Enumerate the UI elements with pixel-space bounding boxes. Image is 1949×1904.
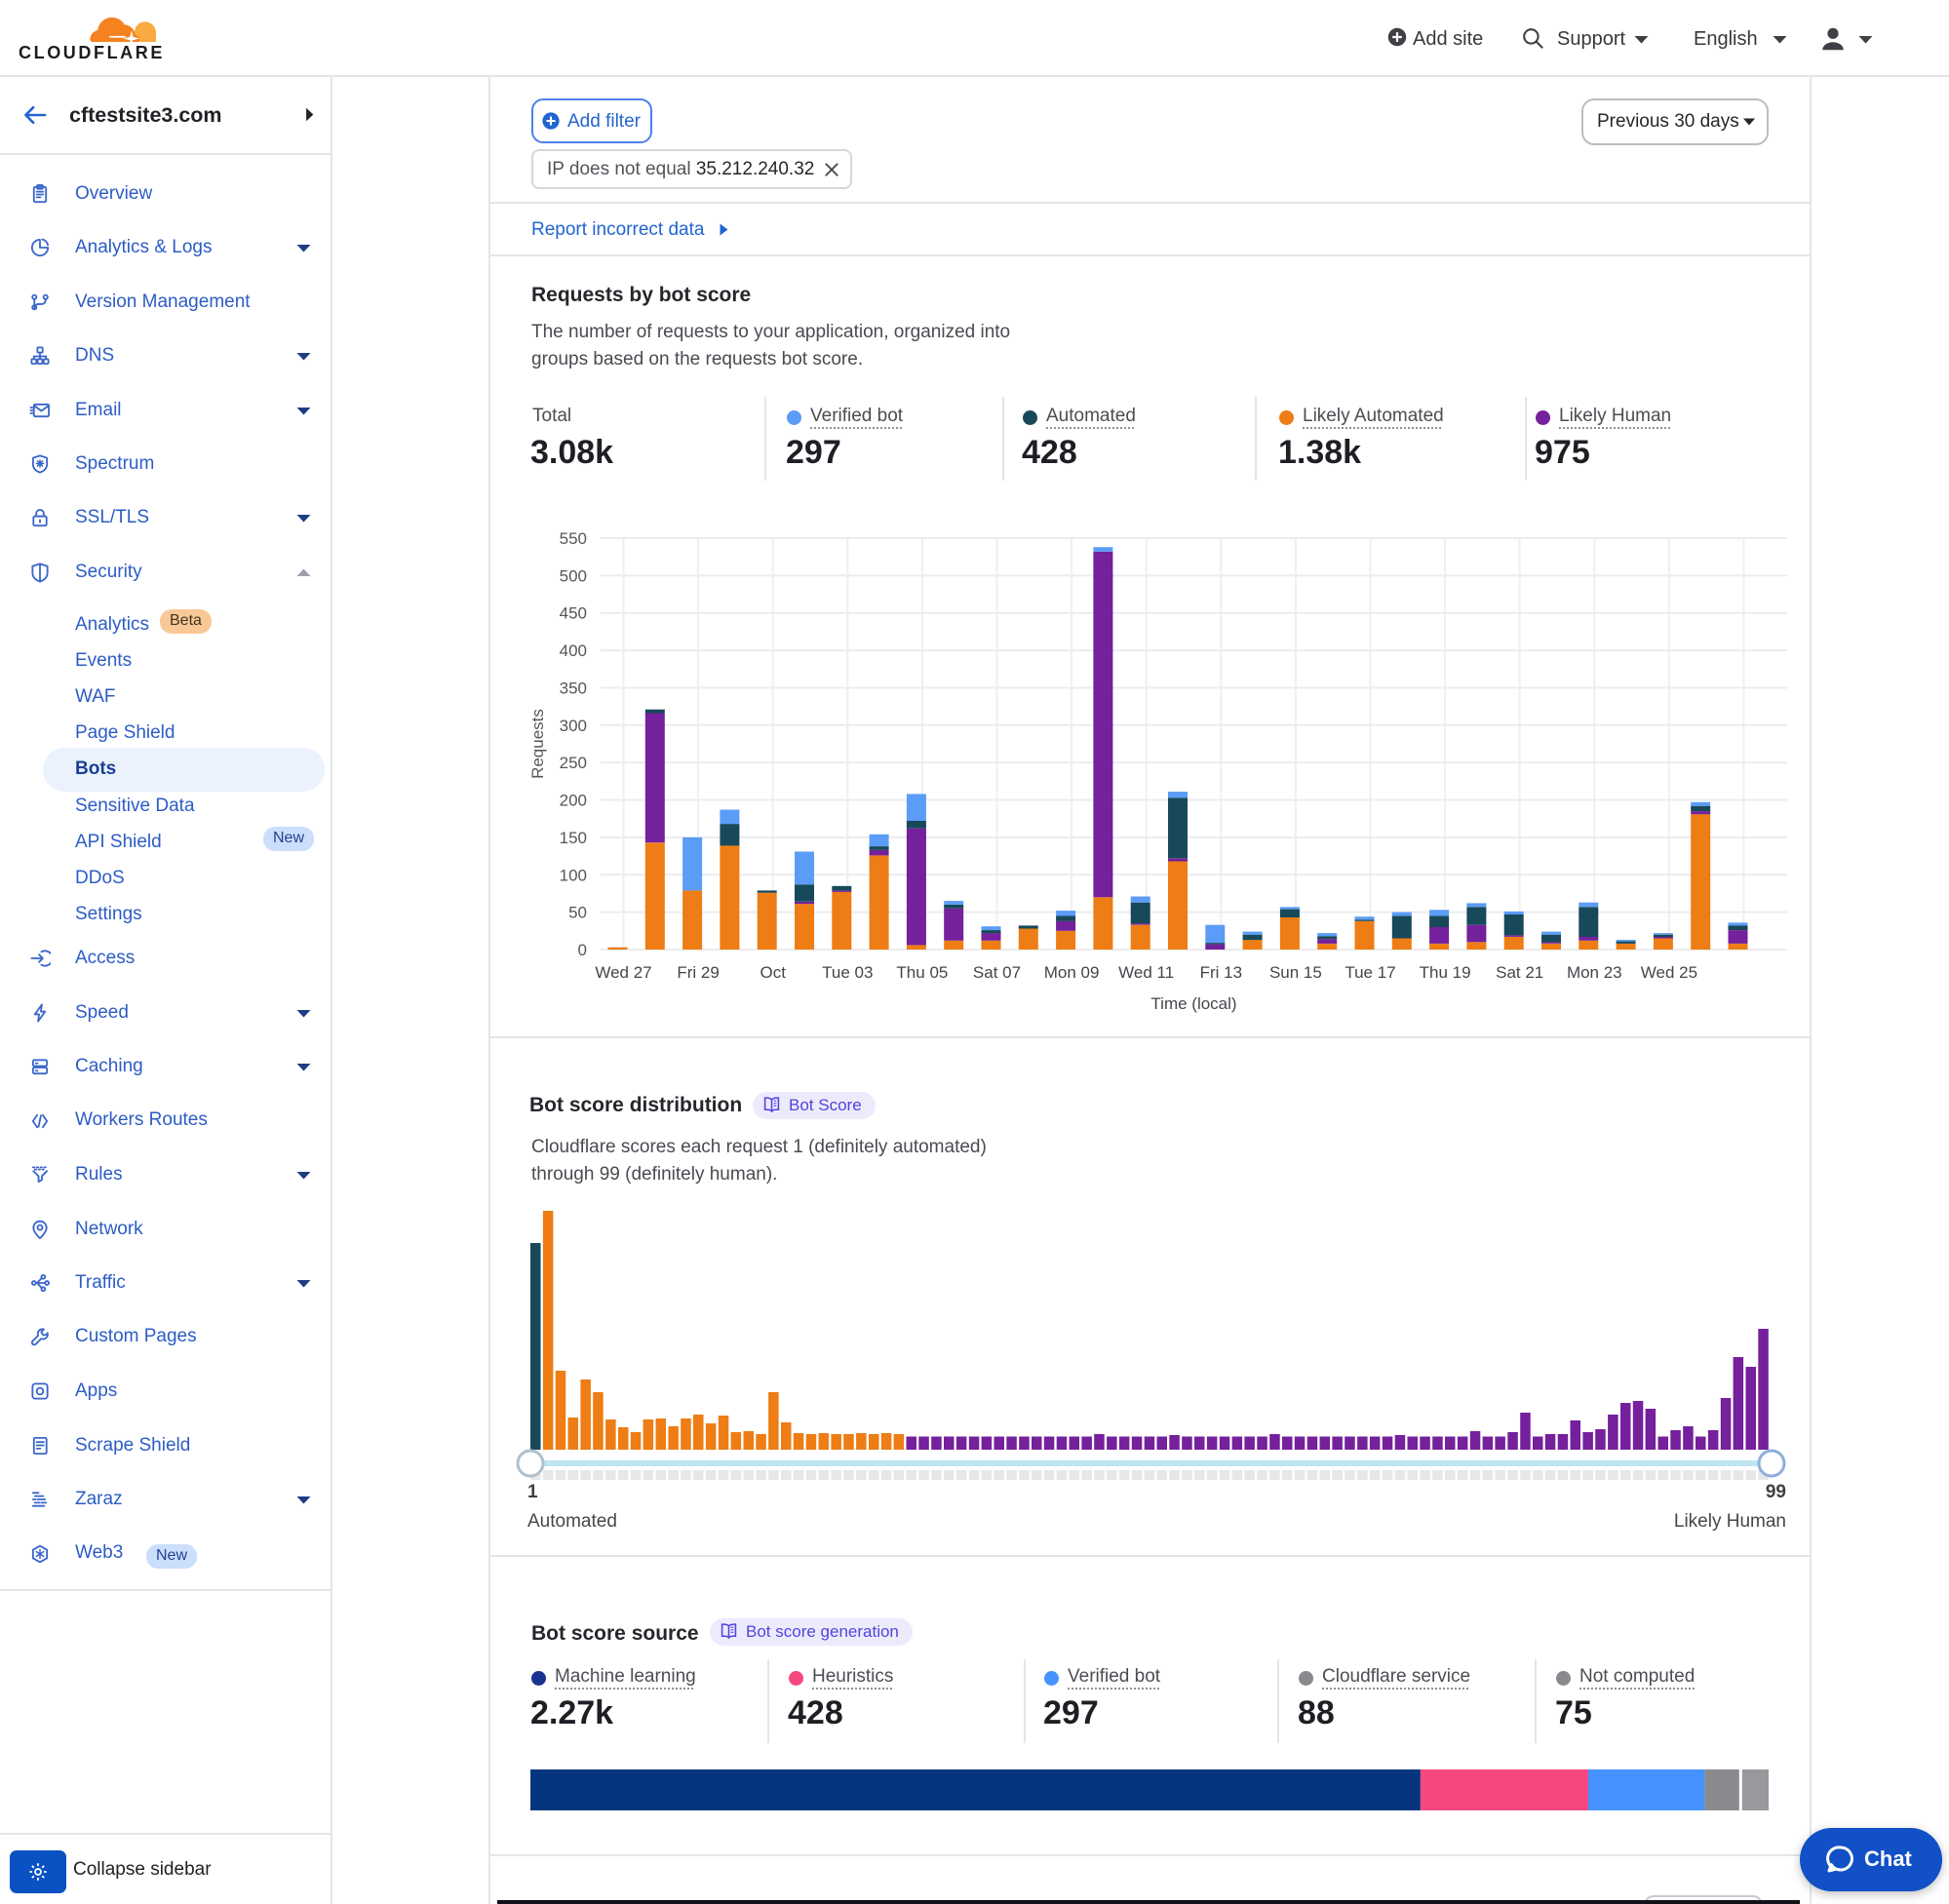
svg-text:450: 450 [560,604,587,623]
svg-text:50: 50 [568,904,587,922]
svg-text:Tue 03: Tue 03 [822,963,873,982]
svg-text:0: 0 [578,941,587,959]
svg-text:Wed 11: Wed 11 [1118,963,1174,982]
svg-text:Thu 19: Thu 19 [1420,963,1471,982]
svg-text:200: 200 [560,792,587,810]
svg-text:100: 100 [560,866,587,884]
svg-text:500: 500 [560,566,587,585]
svg-text:Mon 23: Mon 23 [1567,963,1622,982]
svg-text:Fri 13: Fri 13 [1200,963,1242,982]
svg-text:Thu 05: Thu 05 [896,963,948,982]
svg-text:250: 250 [560,754,587,772]
svg-text:Time (local): Time (local) [1150,994,1236,1013]
svg-text:400: 400 [560,641,587,660]
svg-text:Mon 09: Mon 09 [1044,963,1100,982]
svg-text:Sun 15: Sun 15 [1269,963,1322,982]
svg-text:550: 550 [560,529,587,548]
svg-text:Tue 17: Tue 17 [1345,963,1395,982]
svg-text:Wed 27: Wed 27 [595,963,651,982]
svg-text:Sat 07: Sat 07 [973,963,1021,982]
svg-text:150: 150 [560,829,587,847]
svg-text:Oct: Oct [760,963,786,982]
svg-text:Requests: Requests [528,709,547,779]
svg-text:300: 300 [560,717,587,735]
svg-text:Fri 29: Fri 29 [677,963,719,982]
svg-text:350: 350 [560,680,587,698]
svg-text:Sat 21: Sat 21 [1496,963,1543,982]
svg-text:Wed 25: Wed 25 [1641,963,1697,982]
